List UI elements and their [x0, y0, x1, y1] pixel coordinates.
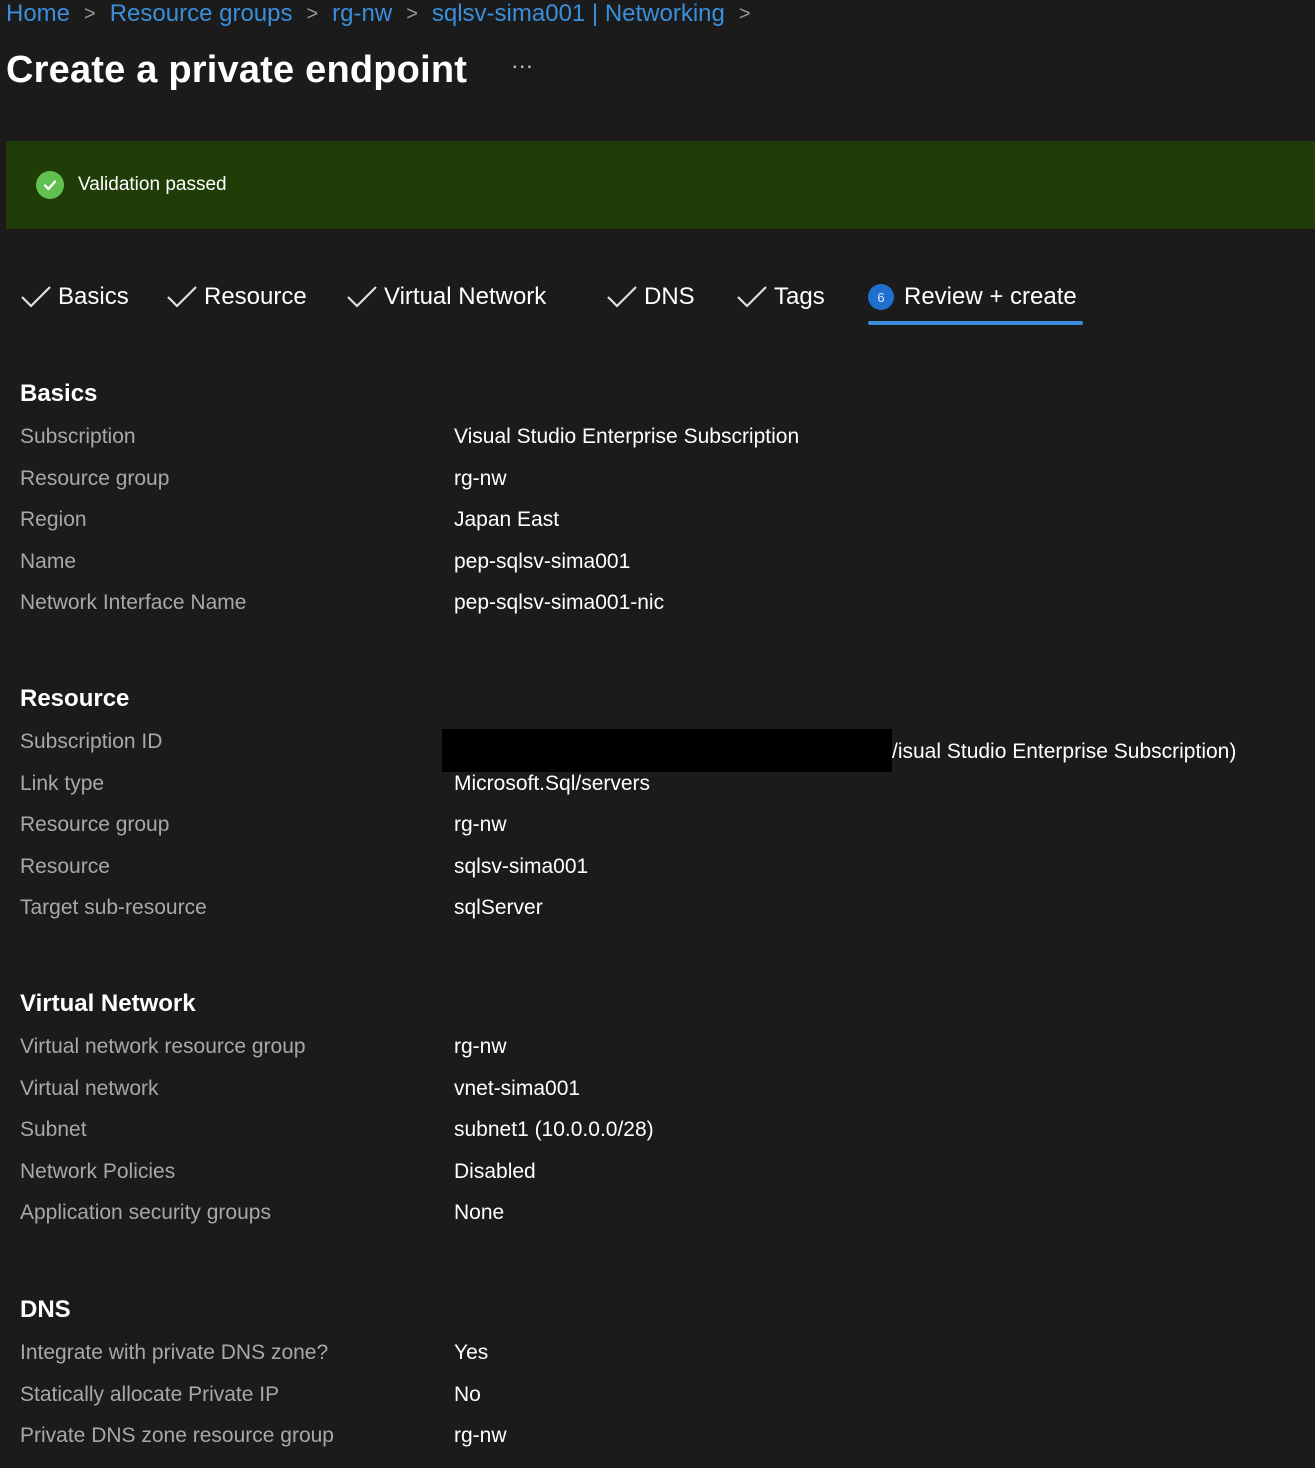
section-title: Resource [20, 685, 130, 712]
page-title: Create a private endpoint [6, 48, 468, 91]
breadcrumb-rg-nw[interactable]: rg-nw [332, 0, 392, 28]
title-row: Create a private endpoint ··· [6, 44, 533, 96]
more-options-button[interactable]: ··· [511, 53, 533, 79]
section-basics: Basics Subscription Visual Studio Enterp… [20, 378, 1310, 624]
row-value: None [454, 1201, 505, 1224]
tab-label: Resource [204, 283, 307, 310]
detail-row: Statically allocate Private IP No [20, 1374, 1310, 1416]
breadcrumb: Home > Resource groups > rg-nw > sqlsv-s… [6, 0, 765, 28]
redacted-subscription-id [442, 729, 892, 772]
detail-row: Network Interface Name pep-sqlsv-sima001… [20, 582, 1310, 624]
checkmark-icon [21, 286, 51, 308]
row-value: pep-sqlsv-sima001 [454, 549, 631, 573]
row-label: Integrate with private DNS zone? [20, 1341, 329, 1364]
section-dns: DNS Integrate with private DNS zone? Yes… [20, 1294, 1310, 1457]
section-title: Virtual Network [20, 990, 196, 1017]
detail-row: Subscription Visual Studio Enterprise Su… [20, 416, 1310, 458]
row-label: Resource group [20, 466, 170, 490]
row-value: rg-nw [454, 1424, 507, 1447]
detail-row: Application security groups None [20, 1192, 1310, 1234]
row-value: rg-nw [454, 466, 507, 490]
row-value: sqlsv-sima001 [454, 854, 589, 878]
tab-review-create[interactable]: 6 Review + create [868, 276, 1077, 318]
tab-virtual-network[interactable]: Virtual Network [346, 276, 546, 318]
tab-resource[interactable]: Resource [166, 276, 307, 318]
section-virtual-network: Virtual Network Virtual network resource… [20, 988, 1310, 1234]
tab-label: Tags [774, 283, 825, 310]
row-label: Subnet [20, 1118, 87, 1141]
row-label: Subscription [20, 425, 136, 448]
section-title: DNS [20, 1296, 71, 1323]
row-value: Visual Studio Enterprise Subscription [454, 425, 800, 448]
breadcrumb-separator: > [406, 2, 418, 25]
detail-row: Target sub-resource sqlServer [20, 887, 1310, 929]
row-label: Virtual network resource group [20, 1035, 306, 1058]
detail-row: Resource sqlsv-sima001 [20, 846, 1310, 888]
tab-basics[interactable]: Basics [20, 276, 129, 318]
row-value: sqlServer [454, 896, 543, 919]
row-label: Resource group [20, 813, 170, 836]
detail-row: Subnet subnet1 (10.0.0.0/28) [20, 1109, 1310, 1151]
wizard-tabs: Basics Resource Virtual Network DNS Tags… [20, 276, 1310, 326]
row-value: Japan East [454, 508, 560, 531]
checkmark-icon [607, 286, 637, 308]
row-label: Resource [20, 854, 110, 878]
row-label: Name [20, 549, 77, 573]
check-circle-icon [36, 171, 64, 199]
row-value: subnet1 (10.0.0.0/28) [454, 1118, 654, 1141]
detail-row: Private DNS zone resource group rg-nw [20, 1415, 1310, 1457]
tab-dns[interactable]: DNS [606, 276, 695, 318]
row-value: vnet-sima001 [454, 1076, 581, 1100]
row-value: rg-nw [454, 1035, 507, 1058]
row-label: Link type [20, 771, 105, 795]
tab-label: Virtual Network [384, 283, 547, 310]
row-label: Private DNS zone resource group [20, 1424, 334, 1447]
breadcrumb-networking[interactable]: sqlsv-sima001 | Networking [432, 0, 725, 28]
step-number-badge: 6 [868, 284, 894, 310]
tab-tags[interactable]: Tags [736, 276, 825, 318]
section-title: Basics [20, 380, 98, 407]
row-value: pep-sqlsv-sima001-nic [454, 591, 665, 614]
active-tab-indicator [868, 321, 1083, 325]
row-value: Disabled [454, 1159, 536, 1183]
detail-row: Resource group rg-nw [20, 804, 1310, 846]
breadcrumb-resource-groups[interactable]: Resource groups [110, 0, 293, 28]
tab-label: Basics [58, 283, 129, 310]
row-label: Target sub-resource [20, 896, 207, 919]
breadcrumb-separator: > [306, 2, 319, 25]
row-label: Application security groups [20, 1201, 271, 1224]
row-label: Network Policies [20, 1159, 176, 1183]
subscription-id-value: /isual Studio Enterprise Subscription) [892, 740, 1237, 763]
section-resource: Resource Subscription ID Link type Micro… [20, 683, 1310, 929]
validation-status-text: Validation passed [78, 174, 227, 195]
detail-row: Name pep-sqlsv-sima001 [20, 541, 1310, 583]
detail-row: Virtual network vnet-sima001 [20, 1068, 1310, 1110]
row-label: Network Interface Name [20, 591, 247, 614]
detail-row: Integrate with private DNS zone? Yes [20, 1332, 1310, 1374]
detail-row: Virtual network resource group rg-nw [20, 1026, 1310, 1068]
row-value: Yes [454, 1341, 489, 1364]
breadcrumb-home[interactable]: Home [6, 0, 70, 28]
detail-row: Resource group rg-nw [20, 458, 1310, 500]
row-value: No [454, 1382, 481, 1406]
row-value: rg-nw [454, 813, 507, 836]
detail-row: Region Japan East [20, 499, 1310, 541]
checkmark-icon [167, 286, 197, 308]
row-label: Statically allocate Private IP [20, 1382, 280, 1406]
breadcrumb-separator: > [738, 2, 751, 25]
tab-label: Review + create [904, 283, 1077, 310]
validation-banner: Validation passed [6, 141, 1315, 229]
row-label: Subscription ID [20, 730, 163, 753]
checkmark-icon [347, 286, 377, 308]
detail-row: Network Policies Disabled [20, 1151, 1310, 1193]
create-private-endpoint-page: Home > Resource groups > rg-nw > sqlsv-s… [0, 0, 1315, 1468]
row-label: Region [20, 508, 87, 531]
breadcrumb-separator: > [84, 2, 96, 25]
checkmark-icon [737, 286, 767, 308]
tab-label: DNS [644, 283, 695, 310]
row-label: Virtual network [20, 1076, 159, 1100]
